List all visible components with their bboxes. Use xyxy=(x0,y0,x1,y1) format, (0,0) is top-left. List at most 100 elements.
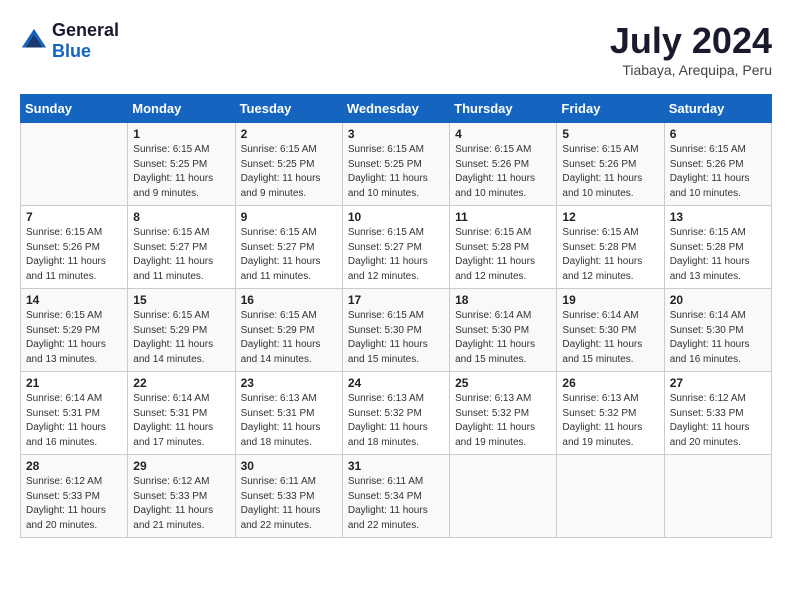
day-number: 17 xyxy=(348,293,444,307)
day-info: Sunrise: 6:15 AMSunset: 5:27 PMDaylight:… xyxy=(133,226,229,284)
day-number: 11 xyxy=(455,210,551,224)
day-info: Sunrise: 6:14 AMSunset: 5:31 PMDaylight:… xyxy=(26,392,122,450)
day-number: 6 xyxy=(670,127,766,141)
calendar-cell-4-6 xyxy=(664,455,771,538)
week-row-2: 7 Sunrise: 6:15 AMSunset: 5:26 PMDaylight… xyxy=(21,206,772,289)
day-info: Sunrise: 6:12 AMSunset: 5:33 PMDaylight:… xyxy=(670,392,766,450)
logo: General Blue xyxy=(20,20,119,62)
day-info: Sunrise: 6:15 AMSunset: 5:30 PMDaylight:… xyxy=(348,309,444,367)
page-header: General Blue July 2024 Tiabaya, Arequipa… xyxy=(20,20,772,78)
calendar-cell-0-1: 1 Sunrise: 6:15 AMSunset: 5:25 PMDaylight… xyxy=(128,123,235,206)
calendar-cell-3-6: 27 Sunrise: 6:12 AMSunset: 5:33 PMDayligh… xyxy=(664,372,771,455)
calendar-cell-0-0 xyxy=(21,123,128,206)
day-info: Sunrise: 6:13 AMSunset: 5:32 PMDaylight:… xyxy=(455,392,551,450)
day-info: Sunrise: 6:15 AMSunset: 5:26 PMDaylight:… xyxy=(455,143,551,201)
day-info: Sunrise: 6:14 AMSunset: 5:31 PMDaylight:… xyxy=(133,392,229,450)
day-number: 27 xyxy=(670,376,766,390)
day-number: 7 xyxy=(26,210,122,224)
day-info: Sunrise: 6:15 AMSunset: 5:26 PMDaylight:… xyxy=(26,226,122,284)
day-info: Sunrise: 6:14 AMSunset: 5:30 PMDaylight:… xyxy=(562,309,658,367)
header-row: SundayMondayTuesdayWednesdayThursdayFrid… xyxy=(21,95,772,123)
day-info: Sunrise: 6:14 AMSunset: 5:30 PMDaylight:… xyxy=(455,309,551,367)
day-info: Sunrise: 6:15 AMSunset: 5:28 PMDaylight:… xyxy=(670,226,766,284)
day-number: 21 xyxy=(26,376,122,390)
header-sunday: Sunday xyxy=(21,95,128,123)
title-block: July 2024 Tiabaya, Arequipa, Peru xyxy=(610,20,772,78)
day-number: 31 xyxy=(348,459,444,473)
day-info: Sunrise: 6:11 AMSunset: 5:34 PMDaylight:… xyxy=(348,475,444,533)
calendar-cell-1-2: 9 Sunrise: 6:15 AMSunset: 5:27 PMDaylight… xyxy=(235,206,342,289)
day-number: 14 xyxy=(26,293,122,307)
week-row-1: 1 Sunrise: 6:15 AMSunset: 5:25 PMDaylight… xyxy=(21,123,772,206)
day-number: 1 xyxy=(133,127,229,141)
header-thursday: Thursday xyxy=(450,95,557,123)
calendar-cell-1-3: 10 Sunrise: 6:15 AMSunset: 5:27 PMDayligh… xyxy=(342,206,449,289)
calendar-cell-3-5: 26Sunrise: 6:13 AMSunset: 5:32 PMDayligh… xyxy=(557,372,664,455)
calendar-cell-4-2: 30 Sunrise: 6:11 AMSunset: 5:33 PMDayligh… xyxy=(235,455,342,538)
day-number: 5 xyxy=(562,127,658,141)
day-number: 16 xyxy=(241,293,337,307)
logo-text: General Blue xyxy=(52,20,119,62)
calendar-cell-1-1: 8Sunrise: 6:15 AMSunset: 5:27 PMDaylight… xyxy=(128,206,235,289)
day-number: 20 xyxy=(670,293,766,307)
calendar-cell-1-6: 13 Sunrise: 6:15 AMSunset: 5:28 PMDayligh… xyxy=(664,206,771,289)
week-row-5: 28 Sunrise: 6:12 AMSunset: 5:33 PMDayligh… xyxy=(21,455,772,538)
calendar-table: SundayMondayTuesdayWednesdayThursdayFrid… xyxy=(20,94,772,538)
calendar-body: 1 Sunrise: 6:15 AMSunset: 5:25 PMDaylight… xyxy=(21,123,772,538)
day-number: 25 xyxy=(455,376,551,390)
day-number: 9 xyxy=(241,210,337,224)
day-info: Sunrise: 6:15 AMSunset: 5:25 PMDaylight:… xyxy=(133,143,229,201)
day-number: 15 xyxy=(133,293,229,307)
day-info: Sunrise: 6:12 AMSunset: 5:33 PMDaylight:… xyxy=(133,475,229,533)
day-number: 13 xyxy=(670,210,766,224)
day-info: Sunrise: 6:15 AMSunset: 5:25 PMDaylight:… xyxy=(241,143,337,201)
calendar-cell-2-6: 20Sunrise: 6:14 AMSunset: 5:30 PMDayligh… xyxy=(664,289,771,372)
calendar-cell-2-3: 17 Sunrise: 6:15 AMSunset: 5:30 PMDayligh… xyxy=(342,289,449,372)
calendar-cell-1-5: 12Sunrise: 6:15 AMSunset: 5:28 PMDayligh… xyxy=(557,206,664,289)
day-info: Sunrise: 6:15 AMSunset: 5:29 PMDaylight:… xyxy=(26,309,122,367)
day-number: 18 xyxy=(455,293,551,307)
day-info: Sunrise: 6:15 AMSunset: 5:26 PMDaylight:… xyxy=(562,143,658,201)
calendar-cell-2-2: 16Sunrise: 6:15 AMSunset: 5:29 PMDayligh… xyxy=(235,289,342,372)
day-number: 22 xyxy=(133,376,229,390)
calendar-cell-0-4: 4 Sunrise: 6:15 AMSunset: 5:26 PMDaylight… xyxy=(450,123,557,206)
calendar-cell-0-3: 3 Sunrise: 6:15 AMSunset: 5:25 PMDaylight… xyxy=(342,123,449,206)
day-info: Sunrise: 6:15 AMSunset: 5:26 PMDaylight:… xyxy=(670,143,766,201)
header-wednesday: Wednesday xyxy=(342,95,449,123)
day-number: 30 xyxy=(241,459,337,473)
header-tuesday: Tuesday xyxy=(235,95,342,123)
header-monday: Monday xyxy=(128,95,235,123)
day-info: Sunrise: 6:13 AMSunset: 5:31 PMDaylight:… xyxy=(241,392,337,450)
day-info: Sunrise: 6:13 AMSunset: 5:32 PMDaylight:… xyxy=(348,392,444,450)
week-row-3: 14 Sunrise: 6:15 AMSunset: 5:29 PMDayligh… xyxy=(21,289,772,372)
day-info: Sunrise: 6:15 AMSunset: 5:28 PMDaylight:… xyxy=(562,226,658,284)
logo-icon xyxy=(20,27,48,55)
day-info: Sunrise: 6:13 AMSunset: 5:32 PMDaylight:… xyxy=(562,392,658,450)
day-number: 4 xyxy=(455,127,551,141)
day-info: Sunrise: 6:15 AMSunset: 5:27 PMDaylight:… xyxy=(241,226,337,284)
calendar-cell-2-1: 15Sunrise: 6:15 AMSunset: 5:29 PMDayligh… xyxy=(128,289,235,372)
day-info: Sunrise: 6:15 AMSunset: 5:28 PMDaylight:… xyxy=(455,226,551,284)
day-info: Sunrise: 6:15 AMSunset: 5:25 PMDaylight:… xyxy=(348,143,444,201)
calendar-header: SundayMondayTuesdayWednesdayThursdayFrid… xyxy=(21,95,772,123)
calendar-cell-2-4: 18 Sunrise: 6:14 AMSunset: 5:30 PMDayligh… xyxy=(450,289,557,372)
calendar-cell-1-0: 7 Sunrise: 6:15 AMSunset: 5:26 PMDaylight… xyxy=(21,206,128,289)
day-number: 10 xyxy=(348,210,444,224)
calendar-cell-2-0: 14 Sunrise: 6:15 AMSunset: 5:29 PMDayligh… xyxy=(21,289,128,372)
calendar-cell-1-4: 11 Sunrise: 6:15 AMSunset: 5:28 PMDayligh… xyxy=(450,206,557,289)
day-info: Sunrise: 6:15 AMSunset: 5:27 PMDaylight:… xyxy=(348,226,444,284)
day-number: 28 xyxy=(26,459,122,473)
calendar-cell-0-5: 5 Sunrise: 6:15 AMSunset: 5:26 PMDaylight… xyxy=(557,123,664,206)
calendar-cell-0-2: 2Sunrise: 6:15 AMSunset: 5:25 PMDaylight… xyxy=(235,123,342,206)
header-saturday: Saturday xyxy=(664,95,771,123)
calendar-cell-4-3: 31 Sunrise: 6:11 AMSunset: 5:34 PMDayligh… xyxy=(342,455,449,538)
day-number: 29 xyxy=(133,459,229,473)
day-number: 24 xyxy=(348,376,444,390)
location-subtitle: Tiabaya, Arequipa, Peru xyxy=(610,62,772,78)
day-info: Sunrise: 6:11 AMSunset: 5:33 PMDaylight:… xyxy=(241,475,337,533)
month-year-title: July 2024 xyxy=(610,20,772,62)
week-row-4: 21 Sunrise: 6:14 AMSunset: 5:31 PMDayligh… xyxy=(21,372,772,455)
day-number: 3 xyxy=(348,127,444,141)
day-number: 23 xyxy=(241,376,337,390)
calendar-cell-3-4: 25 Sunrise: 6:13 AMSunset: 5:32 PMDayligh… xyxy=(450,372,557,455)
